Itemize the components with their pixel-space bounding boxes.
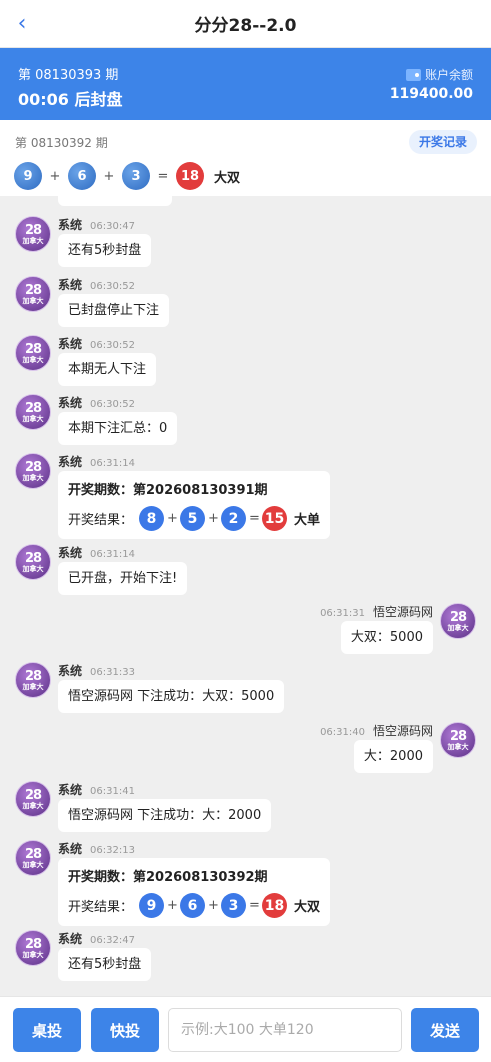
sender-name: 系统 (58, 842, 83, 856)
sum-ball: 18 (176, 162, 204, 190)
message-time: 06:30:52 (90, 281, 135, 292)
partial-bubble (58, 196, 172, 206)
message-bubble: 还有5秒封盘 (58, 234, 152, 267)
sender-name: 系统 (58, 783, 83, 797)
message-bubble: 大：2000 (353, 740, 433, 773)
draw-result-bubble: 开奖期数：第202608130392期 开奖结果： 9 + 6 + 3 = 18… (58, 858, 331, 926)
sender-name: 悟空源码网 (372, 724, 433, 738)
avatar: 28 加拿大 (15, 930, 51, 966)
message-time: 06:31:14 (90, 458, 135, 469)
plus-sign: + (167, 898, 178, 913)
avatar: 28 加拿大 (15, 544, 51, 580)
message-bubble: 悟空源码网 下注成功：大双：5000 (58, 680, 285, 713)
message-time: 06:32:47 (90, 935, 135, 946)
equals-sign: = (157, 168, 169, 184)
bet-input[interactable] (168, 1008, 402, 1052)
avatar: 28 加拿大 (15, 453, 51, 489)
message-time: 06:31:31 (320, 608, 365, 619)
result-ball: 9 (139, 893, 165, 918)
avatar: 28 加拿大 (15, 335, 51, 371)
send-button[interactable]: 发送 (411, 1008, 479, 1052)
last-result-bar: 第 08130392 期 开奖记录 9 + 6 + 3 = 18 大双 (0, 120, 491, 196)
message-time: 06:30:52 (90, 399, 135, 410)
avatar: 28 加拿大 (15, 840, 51, 876)
draw-result-label: 开奖结果： (68, 513, 134, 528)
plus-sign: + (167, 511, 178, 526)
draw-period: 开奖期数：第202608130391期 (68, 483, 268, 498)
sum-ball: 18 (262, 893, 288, 918)
chat-list[interactable]: 28 加拿大 系统 06:30:47 还有5秒封盘 28 加拿大 系统 06:30:52… (0, 196, 491, 996)
sender-name: 系统 (58, 546, 83, 560)
sum-ball: 15 (262, 506, 288, 531)
avatar: 28 加拿大 (15, 216, 51, 252)
equals-sign: = (249, 511, 260, 526)
equals-sign: = (249, 898, 260, 913)
sender-name: 系统 (58, 337, 83, 351)
message-bubble: 悟空源码网 下注成功：大：2000 (58, 799, 272, 832)
avatar: 28 加拿大 (15, 781, 51, 817)
plus-sign: + (208, 511, 219, 526)
page-title: 分分28--2.0 (194, 16, 297, 36)
result-ball: 6 (180, 893, 206, 918)
message-time: 06:31:41 (90, 786, 135, 797)
avatar: 28 加拿大 (440, 603, 476, 639)
message-bubble: 已开盘，开始下注! (58, 562, 188, 595)
message-bubble: 本期无人下注 (58, 353, 157, 386)
last-period-number: 第 08130392 期 (15, 136, 108, 150)
sender-name: 系统 (58, 278, 83, 292)
message-time: 06:31:14 (90, 549, 135, 560)
result-ball: 6 (68, 162, 96, 190)
current-period-bar: 第 08130393 期 00:06 后封盘 账户余额 119400.00 (0, 48, 491, 120)
sender-name: 系统 (58, 218, 83, 232)
bet-input-bar: 桌投 快投 发送 (0, 996, 491, 1062)
draw-result-label: 开奖结果： (68, 900, 134, 915)
result-label: 大双 (294, 900, 321, 915)
back-icon[interactable]: ‹ (10, 10, 34, 38)
result-ball: 9 (14, 162, 42, 190)
result-label: 大单 (294, 513, 321, 528)
top-bar: ‹ 分分28--2.0 (0, 0, 491, 48)
result-label: 大双 (214, 170, 241, 186)
message-time: 06:32:13 (90, 845, 135, 856)
draw-history-button[interactable]: 开奖记录 (408, 130, 477, 154)
message-time: 06:31:40 (320, 727, 365, 738)
message-bubble: 还有5秒封盘 (58, 948, 152, 981)
sender-name: 系统 (58, 455, 83, 469)
message-bubble: 大双：5000 (340, 621, 433, 654)
avatar: 28 加拿大 (440, 722, 476, 758)
balance-value: 119400.00 (389, 86, 473, 102)
avatar: 28 加拿大 (15, 662, 51, 698)
plus-sign: + (49, 168, 61, 184)
message-bubble: 本期下注汇总：0 (58, 412, 178, 445)
last-result-equation: 9 + 6 + 3 = 18 大双 (14, 162, 240, 190)
message-bubble: 已封盘停止下注 (58, 294, 170, 327)
result-ball: 3 (221, 893, 247, 918)
plus-sign: + (103, 168, 115, 184)
account-balance: 账户余额 119400.00 (390, 66, 473, 102)
result-ball: 3 (122, 162, 150, 190)
draw-result-bubble: 开奖期数：第202608130391期 开奖结果： 8 + 5 + 2 = 15… (58, 471, 331, 539)
message-time: 06:30:52 (90, 340, 135, 351)
current-period-number: 第 08130393 期 (18, 68, 119, 83)
result-ball: 8 (139, 506, 165, 531)
sender-name: 系统 (58, 932, 83, 946)
sender-name: 系统 (58, 664, 83, 678)
balance-label: 账户余额 (424, 68, 473, 82)
message-time: 06:30:47 (90, 221, 135, 232)
avatar: 28 加拿大 (15, 394, 51, 430)
sender-name: 系统 (58, 396, 83, 410)
avatar: 28 加拿大 (15, 276, 51, 312)
message-time: 06:31:33 (90, 667, 135, 678)
wallet-icon (405, 68, 421, 81)
quick-bet-button[interactable]: 快投 (91, 1008, 159, 1052)
table-bet-button[interactable]: 桌投 (13, 1008, 81, 1052)
result-ball: 5 (180, 506, 206, 531)
sender-name: 悟空源码网 (372, 605, 433, 619)
countdown-text: 00:06 后封盘 (18, 90, 123, 109)
draw-period: 开奖期数：第202608130392期 (68, 870, 268, 885)
plus-sign: + (208, 898, 219, 913)
result-ball: 2 (221, 506, 247, 531)
